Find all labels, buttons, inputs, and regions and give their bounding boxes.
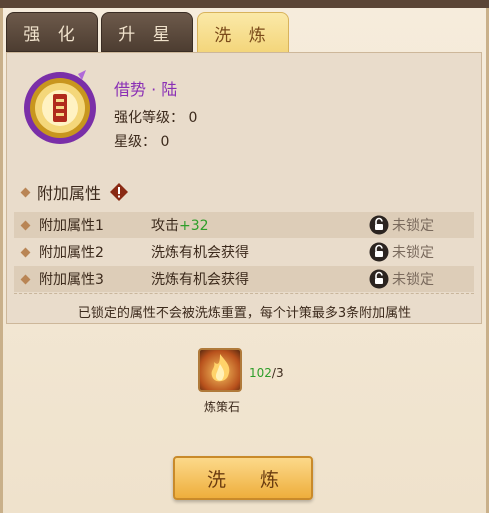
lock-toggle[interactable]: 未锁定	[369, 215, 434, 235]
lock-label: 未锁定	[392, 245, 434, 261]
tab-enhance[interactable]: 强 化	[6, 12, 98, 52]
attribute-row-1: 附加属性1 攻击+32 未锁定	[14, 212, 474, 238]
attribute-name: 附加属性2	[39, 245, 104, 261]
diamond-bullet-icon	[20, 247, 31, 257]
scroll-seal-icon[interactable]	[20, 66, 100, 146]
refine-button-label: 洗 炼	[206, 468, 294, 491]
attribute-value-text: 攻击	[151, 218, 179, 234]
material-need: /3	[271, 366, 284, 380]
lock-toggle[interactable]: 未锁定	[369, 242, 434, 262]
diamond-bullet-icon	[20, 187, 31, 197]
attribute-row-2: 附加属性2 洗炼有机会获得 未锁定	[14, 239, 474, 265]
lock-label: 未锁定	[392, 272, 434, 288]
top-bar	[0, 0, 489, 8]
attribute-bonus: +32	[179, 218, 209, 234]
material-count: 102/3	[249, 366, 284, 380]
attribute-value: 洗炼有机会获得	[151, 245, 249, 261]
refine-note: 已锁定的属性不会被洗炼重置，每个计策最多3条附加属性	[77, 306, 412, 321]
flame-stone-icon[interactable]	[198, 348, 242, 392]
attribute-name: 附加属性3	[39, 272, 104, 288]
diamond-bullet-icon	[20, 274, 31, 284]
padlock-icon	[369, 269, 389, 289]
padlock-icon	[369, 242, 389, 262]
tab-star-up[interactable]: 升 星	[101, 12, 193, 52]
diamond-bullet-icon	[20, 220, 31, 230]
attribute-value: 攻击+32	[151, 215, 369, 235]
tab-label: 升 星	[118, 24, 176, 45]
attributes-header: 附加属性	[20, 180, 129, 204]
info-warning-icon[interactable]	[109, 182, 129, 202]
attribute-row-3: 附加属性3 洗炼有机会获得 未锁定	[14, 266, 474, 292]
material-have: 102	[249, 366, 272, 380]
flame-shape	[211, 354, 230, 382]
material-name: 炼策石	[203, 400, 240, 414]
tab-label: 洗 炼	[214, 25, 272, 46]
skill-name: 借势 · 陆	[114, 80, 178, 99]
lock-label: 未锁定	[392, 218, 434, 234]
enhance-level: 强化等级： 0	[114, 110, 198, 126]
refine-button[interactable]: 洗 炼	[173, 456, 313, 500]
padlock-icon	[369, 215, 389, 235]
lock-toggle[interactable]: 未锁定	[369, 269, 434, 289]
attributes-title: 附加属性	[37, 184, 102, 203]
tab-label: 强 化	[23, 24, 81, 45]
divider	[14, 293, 474, 295]
tab-refine[interactable]: 洗 炼	[197, 12, 289, 54]
attribute-name: 附加属性1	[39, 218, 104, 234]
star-level: 星级： 0	[114, 134, 170, 150]
attribute-value: 洗炼有机会获得	[151, 272, 249, 288]
